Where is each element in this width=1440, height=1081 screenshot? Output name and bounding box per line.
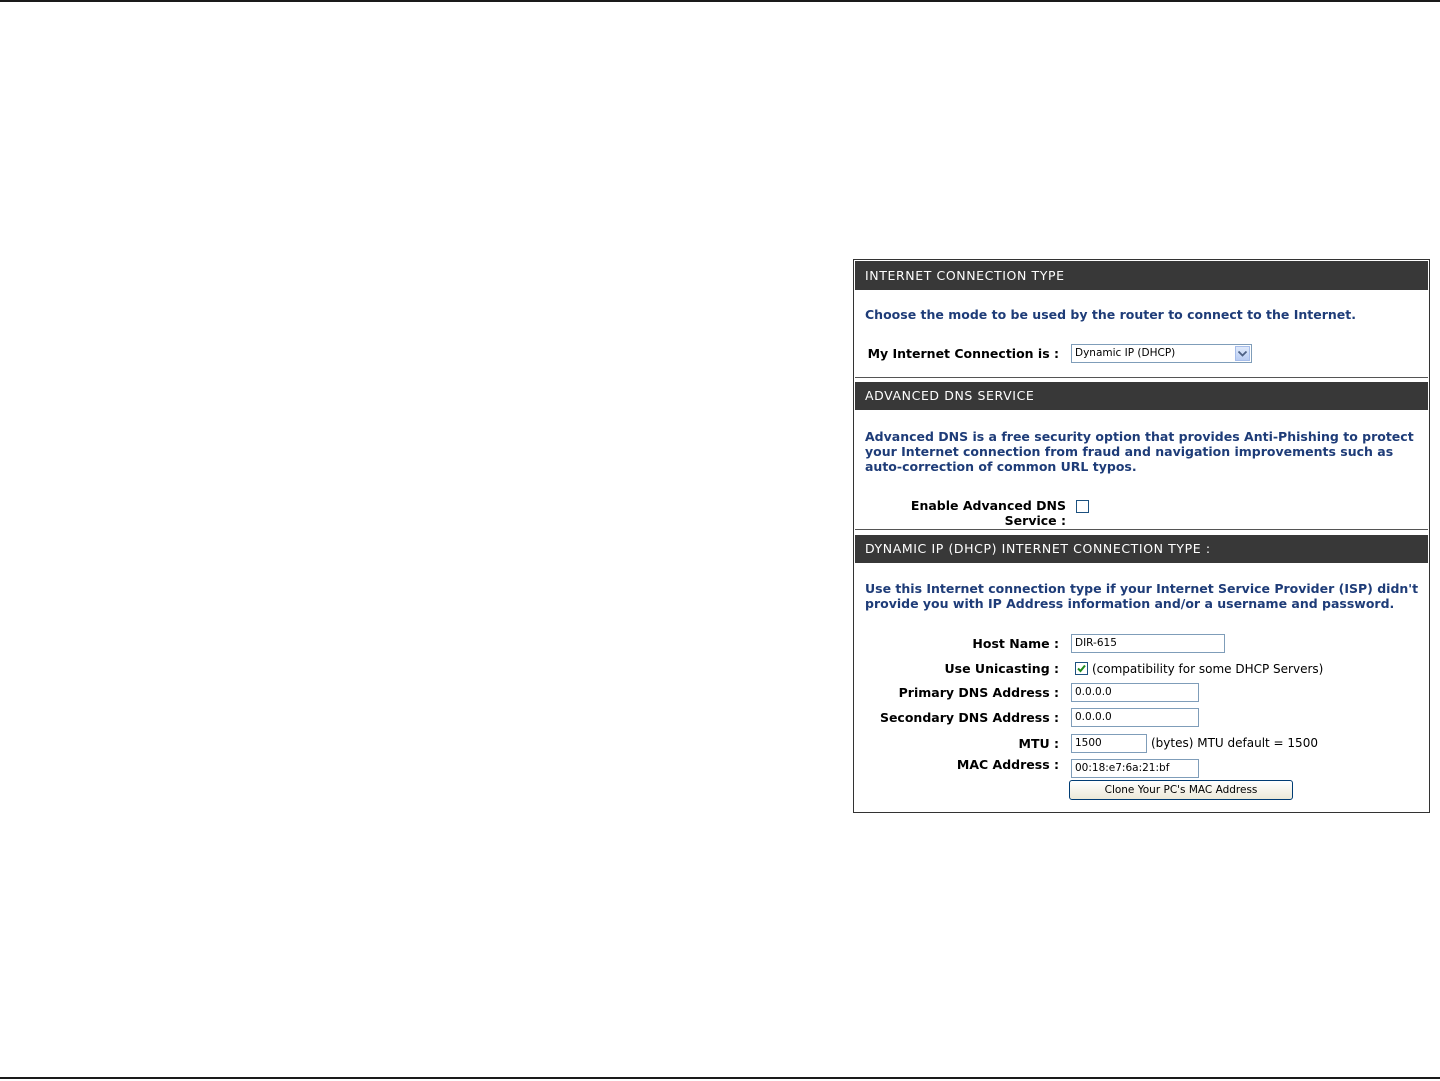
host-name-input[interactable]: DIR-615 <box>1071 634 1225 653</box>
dhcp-description: Use this Internet connection type if you… <box>865 581 1419 611</box>
host-name-label: Host Name : <box>972 636 1059 651</box>
internet-connection-type-header: INTERNET CONNECTION TYPE <box>855 261 1428 290</box>
chevron-down-icon[interactable] <box>1235 346 1250 361</box>
mtu-label: MTU : <box>1018 736 1059 751</box>
use-unicasting-label: Use Unicasting : <box>944 661 1060 676</box>
use-unicasting-checkbox[interactable] <box>1075 662 1088 675</box>
secondary-dns-input[interactable]: 0.0.0.0 <box>1071 708 1199 727</box>
page-bottom-rule <box>0 1077 1440 1079</box>
enable-advanced-dns-checkbox[interactable] <box>1076 500 1089 513</box>
mtu-input[interactable]: 1500 <box>1071 734 1147 753</box>
checkmark-icon <box>1077 664 1086 673</box>
secondary-dns-label: Secondary DNS Address : <box>879 710 1059 725</box>
primary-dns-label: Primary DNS Address : <box>898 685 1059 700</box>
advanced-dns-description: Advanced DNS is a free security option t… <box>865 429 1414 474</box>
connection-type-label: My Internet Connection is : <box>867 346 1059 361</box>
clone-mac-address-button[interactable]: Clone Your PC's MAC Address <box>1069 780 1293 800</box>
settings-panel: INTERNET CONNECTION TYPE Choose the mode… <box>853 259 1430 813</box>
internet-connection-description: Choose the mode to be used by the router… <box>865 307 1357 322</box>
section-divider <box>855 529 1428 530</box>
mac-address-input[interactable]: 00:18:e7:6a:21:bf <box>1071 759 1199 778</box>
primary-dns-input[interactable]: 0.0.0.0 <box>1071 683 1199 702</box>
mac-address-label: MAC Address : <box>956 757 1059 772</box>
page-top-rule <box>0 0 1440 2</box>
connection-type-selected-value: Dynamic IP (DHCP) <box>1075 347 1176 359</box>
mtu-note: (bytes) MTU default = 1500 <box>1151 736 1318 750</box>
enable-advanced-dns-label: Enable Advanced DNS Service : <box>910 498 1066 528</box>
advanced-dns-header: ADVANCED DNS SERVICE <box>855 382 1428 410</box>
unicasting-note: (compatibility for some DHCP Servers) <box>1092 662 1324 676</box>
section-divider <box>855 377 1428 378</box>
connection-type-select[interactable]: Dynamic IP (DHCP) <box>1071 344 1252 363</box>
dhcp-connection-header: DYNAMIC IP (DHCP) INTERNET CONNECTION TY… <box>855 535 1428 563</box>
